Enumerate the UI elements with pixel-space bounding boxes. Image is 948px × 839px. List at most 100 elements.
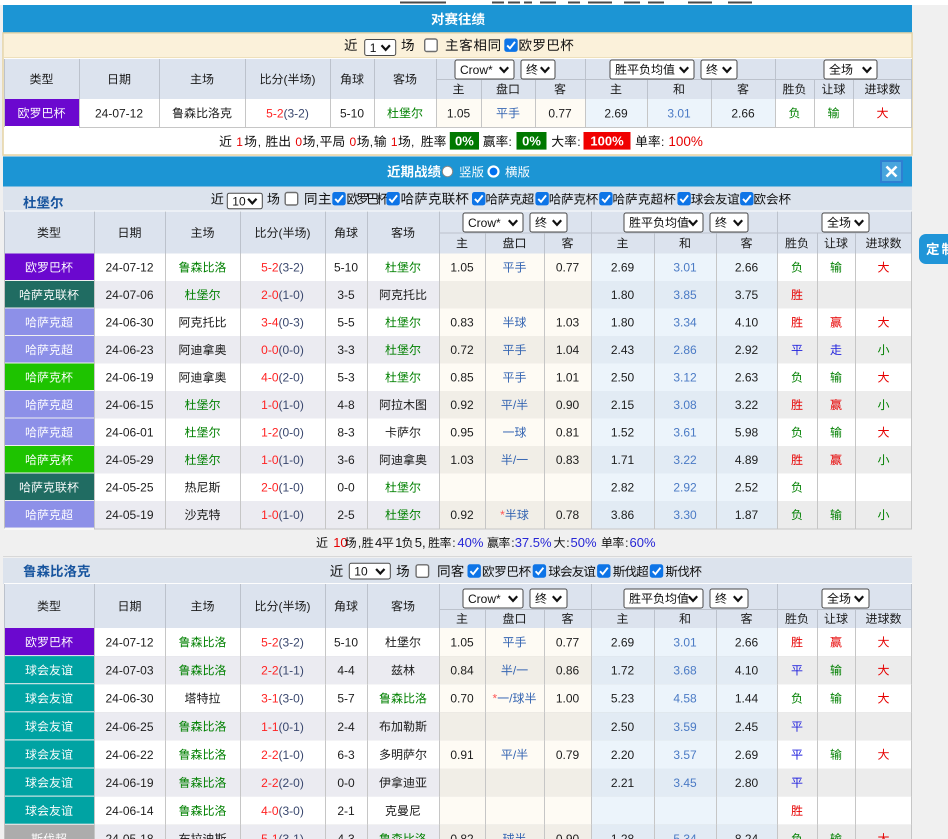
svg-text:5-2: 5-2 bbox=[261, 261, 279, 275]
svg-text:1: 1 bbox=[391, 135, 398, 149]
svg-text:3.86: 3.86 bbox=[611, 508, 635, 522]
svg-text:5-10: 5-10 bbox=[340, 106, 364, 120]
svg-text:4-3: 4-3 bbox=[337, 832, 355, 839]
svg-text:4-8: 4-8 bbox=[337, 398, 355, 412]
svg-text:2.43: 2.43 bbox=[611, 343, 635, 357]
svg-text:0.79: 0.79 bbox=[556, 748, 580, 762]
svg-text:(: ( bbox=[284, 73, 288, 87]
svg-text:): ) bbox=[312, 73, 316, 87]
svg-text:1.05: 1.05 bbox=[450, 635, 474, 649]
svg-text:0.85: 0.85 bbox=[450, 371, 474, 385]
svg-text:Crow*: Crow* bbox=[468, 216, 501, 230]
svg-text::: : bbox=[452, 536, 455, 550]
svg-text:5,: 5, bbox=[415, 535, 426, 550]
svg-text:0: 0 bbox=[295, 135, 302, 149]
svg-text:1.00: 1.00 bbox=[556, 692, 580, 706]
svg-text:(3-1): (3-1) bbox=[279, 832, 304, 839]
svg-text:(3-0): (3-0) bbox=[279, 804, 304, 818]
svg-text:2-4: 2-4 bbox=[337, 720, 355, 734]
svg-text:1: 1 bbox=[236, 135, 243, 149]
svg-text:0.72: 0.72 bbox=[450, 343, 474, 357]
svg-text:3-6: 3-6 bbox=[337, 453, 355, 467]
svg-text:Crow*: Crow* bbox=[460, 63, 493, 77]
svg-text:(0-3): (0-3) bbox=[279, 316, 304, 330]
svg-text:10: 10 bbox=[354, 564, 368, 578]
svg-text:0.92: 0.92 bbox=[450, 398, 474, 412]
svg-text:1: 1 bbox=[395, 535, 402, 550]
svg-text:2.66: 2.66 bbox=[731, 106, 755, 120]
svg-text:2.82: 2.82 bbox=[611, 481, 635, 495]
svg-text:3.01: 3.01 bbox=[667, 106, 691, 120]
svg-text:0.90: 0.90 bbox=[556, 832, 580, 839]
svg-text:2.52: 2.52 bbox=[735, 481, 759, 495]
svg-text:1.71: 1.71 bbox=[611, 453, 635, 467]
svg-text:24-06-01: 24-06-01 bbox=[105, 426, 153, 440]
svg-text:*: * bbox=[492, 692, 497, 706]
svg-text:4-4: 4-4 bbox=[337, 664, 355, 678]
svg-text:0.81: 0.81 bbox=[556, 426, 580, 440]
svg-text:24-07-06: 24-07-06 bbox=[105, 288, 153, 302]
svg-text:40%: 40% bbox=[457, 535, 483, 550]
svg-text:4-0: 4-0 bbox=[261, 371, 279, 385]
svg-text:2.66: 2.66 bbox=[735, 635, 759, 649]
svg-text:2-0: 2-0 bbox=[261, 481, 279, 495]
svg-text:(0-0): (0-0) bbox=[279, 426, 304, 440]
svg-text:2-2: 2-2 bbox=[261, 748, 279, 762]
svg-text:24-06-25: 24-06-25 bbox=[105, 720, 153, 734]
svg-text:1-2: 1-2 bbox=[261, 426, 279, 440]
svg-text:(2-0): (2-0) bbox=[279, 776, 304, 790]
svg-text:5.34: 5.34 bbox=[673, 832, 697, 839]
svg-text:2.69: 2.69 bbox=[604, 106, 628, 120]
svg-text:24-07-12: 24-07-12 bbox=[105, 261, 153, 275]
svg-text:2.92: 2.92 bbox=[673, 481, 697, 495]
svg-text:0.77: 0.77 bbox=[556, 261, 580, 275]
svg-text:4.58: 4.58 bbox=[673, 692, 697, 706]
svg-text::: : bbox=[442, 135, 445, 149]
svg-text:24-06-30: 24-06-30 bbox=[105, 316, 153, 330]
svg-text:5-3: 5-3 bbox=[337, 371, 355, 385]
svg-text:4-0: 4-0 bbox=[261, 804, 279, 818]
svg-text:3.61: 3.61 bbox=[673, 426, 697, 440]
svg-text:60%: 60% bbox=[630, 535, 656, 550]
svg-text:*: * bbox=[500, 508, 505, 522]
svg-text:(1-1): (1-1) bbox=[279, 664, 304, 678]
svg-text:24-06-19: 24-06-19 bbox=[105, 371, 153, 385]
svg-text::: : bbox=[625, 536, 628, 550]
svg-text:2.50: 2.50 bbox=[611, 371, 635, 385]
svg-text:1: 1 bbox=[370, 41, 377, 55]
svg-text:0.77: 0.77 bbox=[556, 635, 580, 649]
svg-text:24-07-12: 24-07-12 bbox=[105, 635, 153, 649]
svg-text:24-06-14: 24-06-14 bbox=[105, 804, 153, 818]
svg-text:0.83: 0.83 bbox=[556, 453, 580, 467]
svg-text:0.83: 0.83 bbox=[450, 316, 474, 330]
svg-text:(1-0): (1-0) bbox=[279, 481, 304, 495]
svg-text:1.05: 1.05 bbox=[450, 261, 474, 275]
svg-text:(1-0): (1-0) bbox=[279, 748, 304, 762]
svg-text:1.04: 1.04 bbox=[556, 343, 580, 357]
svg-text::: : bbox=[566, 536, 569, 550]
svg-text:2.80: 2.80 bbox=[735, 776, 759, 790]
svg-text:24-05-25: 24-05-25 bbox=[105, 481, 153, 495]
svg-text:24-06-30: 24-06-30 bbox=[105, 692, 153, 706]
svg-text:2.66: 2.66 bbox=[735, 261, 759, 275]
svg-text:100%: 100% bbox=[590, 134, 624, 149]
svg-text:(3-0): (3-0) bbox=[279, 692, 304, 706]
svg-text:1.03: 1.03 bbox=[556, 316, 580, 330]
svg-text:3-5: 3-5 bbox=[337, 288, 355, 302]
svg-text:3.22: 3.22 bbox=[735, 398, 759, 412]
svg-text:0-0: 0-0 bbox=[337, 776, 355, 790]
svg-text:4.10: 4.10 bbox=[735, 664, 759, 678]
svg-text:2.69: 2.69 bbox=[611, 635, 635, 649]
svg-text:1-0: 1-0 bbox=[261, 508, 279, 522]
svg-text:(1-0): (1-0) bbox=[279, 398, 304, 412]
svg-text:0.78: 0.78 bbox=[556, 508, 580, 522]
svg-text:3.34: 3.34 bbox=[673, 316, 697, 330]
svg-text:5.98: 5.98 bbox=[735, 426, 759, 440]
svg-text:3.68: 3.68 bbox=[673, 664, 697, 678]
svg-text:1.01: 1.01 bbox=[556, 371, 580, 385]
svg-text:37.5%: 37.5% bbox=[515, 535, 552, 550]
svg-text:0.95: 0.95 bbox=[450, 426, 474, 440]
svg-text:3-1: 3-1 bbox=[261, 692, 279, 706]
svg-text:5-10: 5-10 bbox=[334, 635, 358, 649]
svg-text:6-3: 6-3 bbox=[337, 748, 355, 762]
